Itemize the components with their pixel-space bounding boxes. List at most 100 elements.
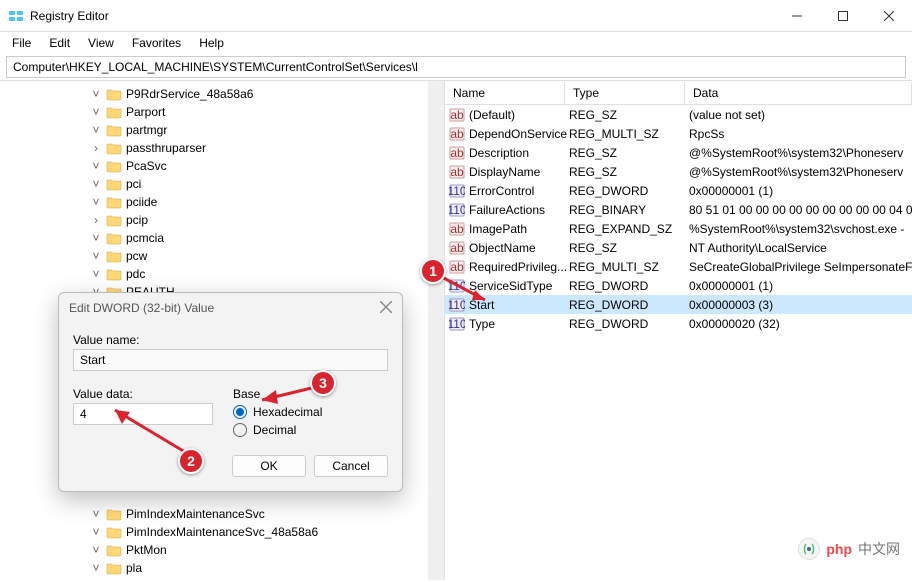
maximize-button[interactable]	[820, 0, 866, 32]
value-data: 0x00000001 (1)	[689, 184, 912, 198]
tree-item[interactable]: ˅PcaSvc	[0, 157, 444, 175]
tree-item[interactable]: ˅pcmcia	[0, 229, 444, 247]
menu-bar: File Edit View Favorites Help	[0, 32, 912, 54]
tree-label: PcaSvc	[126, 159, 167, 173]
tree-label: pcw	[126, 249, 147, 263]
radio-decimal[interactable]: Decimal	[233, 423, 388, 437]
title-bar: Registry Editor	[0, 0, 912, 32]
registry-value-row[interactable]: 110StartREG_DWORD0x00000003 (3)	[445, 295, 912, 314]
registry-value-row[interactable]: abDescriptionREG_SZ@%SystemRoot%\system3…	[445, 143, 912, 162]
value-data: @%SystemRoot%\system32\Phoneserv	[689, 146, 912, 160]
value-type: REG_DWORD	[569, 184, 689, 198]
radio-icon	[233, 423, 247, 437]
svg-text:110: 110	[449, 203, 465, 217]
list-pane[interactable]: Name Type Data ab(Default)REG_SZ(value n…	[445, 81, 912, 580]
cancel-button[interactable]: Cancel	[314, 455, 388, 477]
value-type: REG_MULTI_SZ	[569, 127, 689, 141]
annotation-3: 3	[310, 370, 336, 396]
value-type: REG_SZ	[569, 146, 689, 160]
dialog-titlebar: Edit DWORD (32-bit) Value	[59, 293, 402, 323]
value-data-label: Value data:	[73, 387, 213, 401]
tree-label: PlugPlay	[126, 579, 173, 580]
minimize-button[interactable]	[774, 0, 820, 32]
value-type: REG_EXPAND_SZ	[569, 222, 689, 236]
value-type: REG_DWORD	[569, 298, 689, 312]
tree-item[interactable]: ˅pcw	[0, 247, 444, 265]
column-data[interactable]: Data	[685, 82, 912, 104]
registry-value-row[interactable]: 110TypeREG_DWORD0x00000020 (32)	[445, 314, 912, 333]
svg-text:ab: ab	[450, 165, 464, 179]
value-name: DisplayName	[469, 165, 569, 179]
column-type[interactable]: Type	[565, 82, 685, 104]
value-data: NT Authority\LocalService	[689, 241, 912, 255]
tree-label: Parport	[126, 105, 165, 119]
tree-scrollbar[interactable]	[428, 81, 444, 580]
watermark-logo	[798, 538, 820, 560]
column-name[interactable]: Name	[445, 82, 565, 104]
tree-item[interactable]: ›passthruparser	[0, 139, 444, 157]
tree-item[interactable]: ›pcip	[0, 211, 444, 229]
tree-label: pla	[126, 561, 142, 575]
list-header: Name Type Data	[445, 81, 912, 105]
app-icon	[8, 8, 24, 24]
radio-dec-label: Decimal	[253, 423, 296, 437]
tree-label: pcmcia	[126, 231, 164, 245]
tree-label: PimIndexMaintenanceSvc_48a58a6	[126, 525, 318, 539]
tree-label: pcip	[126, 213, 148, 227]
menu-favorites[interactable]: Favorites	[124, 34, 189, 52]
registry-value-row[interactable]: abImagePathREG_EXPAND_SZ%SystemRoot%\sys…	[445, 219, 912, 238]
registry-value-row[interactable]: 110FailureActionsREG_BINARY80 51 01 00 0…	[445, 200, 912, 219]
window-controls	[774, 0, 912, 32]
close-button[interactable]	[866, 0, 912, 32]
value-type: REG_BINARY	[569, 203, 689, 217]
tree-item[interactable]: ˅PlugPlay	[0, 577, 444, 580]
tree-item[interactable]: ˅partmgr	[0, 121, 444, 139]
address-text: Computer\HKEY_LOCAL_MACHINE\SYSTEM\Curre…	[13, 60, 418, 74]
registry-value-row[interactable]: 110ErrorControlREG_DWORD0x00000001 (1)	[445, 181, 912, 200]
registry-value-row[interactable]: ab(Default)REG_SZ(value not set)	[445, 105, 912, 124]
value-type: REG_DWORD	[569, 279, 689, 293]
tree-item[interactable]: ˅pla	[0, 559, 444, 577]
tree-item[interactable]: ˅pci	[0, 175, 444, 193]
tree-item[interactable]: ˅Parport	[0, 103, 444, 121]
menu-view[interactable]: View	[80, 34, 122, 52]
watermark-text: 中文网	[858, 539, 900, 559]
value-data: 0x00000001 (1)	[689, 279, 912, 293]
value-name: Type	[469, 317, 569, 331]
tree-label: pciide	[126, 195, 157, 209]
menu-edit[interactable]: Edit	[41, 34, 78, 52]
registry-value-row[interactable]: abRequiredPrivileg...REG_MULTI_SZSeCreat…	[445, 257, 912, 276]
tree-item[interactable]: ˅PktMon	[0, 541, 444, 559]
tree-item[interactable]: ˅PimIndexMaintenanceSvc_48a58a6	[0, 523, 444, 541]
svg-text:ab: ab	[450, 222, 464, 236]
value-data: @%SystemRoot%\system32\Phoneserv	[689, 165, 912, 179]
value-data: 0x00000020 (32)	[689, 317, 912, 331]
value-name-input	[73, 349, 388, 371]
watermark-prefix: php	[826, 541, 852, 557]
registry-value-row[interactable]: abObjectNameREG_SZNT Authority\LocalServ…	[445, 238, 912, 257]
address-bar[interactable]: Computer\HKEY_LOCAL_MACHINE\SYSTEM\Curre…	[6, 56, 906, 78]
menu-help[interactable]: Help	[191, 34, 232, 52]
value-data: SeCreateGlobalPrivilege SeImpersonateF	[689, 260, 912, 274]
tree-label: pci	[126, 177, 141, 191]
tree-label: PktMon	[126, 543, 167, 557]
registry-value-row[interactable]: 110ServiceSidTypeREG_DWORD0x00000001 (1)	[445, 276, 912, 295]
tree-item[interactable]: ˅pciide	[0, 193, 444, 211]
value-data: %SystemRoot%\system32\svchost.exe -	[689, 222, 912, 236]
value-data: RpcSs	[689, 127, 912, 141]
menu-file[interactable]: File	[4, 34, 39, 52]
value-name-label: Value name:	[73, 333, 388, 347]
tree-item[interactable]: ˅pdc	[0, 265, 444, 283]
tree-item[interactable]: ˅PimIndexMaintenanceSvc	[0, 505, 444, 523]
svg-text:ab: ab	[450, 146, 464, 160]
watermark: php 中文网	[798, 538, 900, 560]
dialog-close-icon[interactable]	[380, 301, 392, 316]
ok-button[interactable]: OK	[232, 455, 306, 477]
registry-value-row[interactable]: abDependOnServiceREG_MULTI_SZRpcSs	[445, 124, 912, 143]
tree-label: P9RdrService_48a58a6	[126, 87, 253, 101]
radio-icon	[233, 405, 247, 419]
registry-value-row[interactable]: abDisplayNameREG_SZ@%SystemRoot%\system3…	[445, 162, 912, 181]
tree-item[interactable]: ˅P9RdrService_48a58a6	[0, 85, 444, 103]
value-data: (value not set)	[689, 108, 912, 122]
annotation-2: 2	[178, 448, 204, 474]
